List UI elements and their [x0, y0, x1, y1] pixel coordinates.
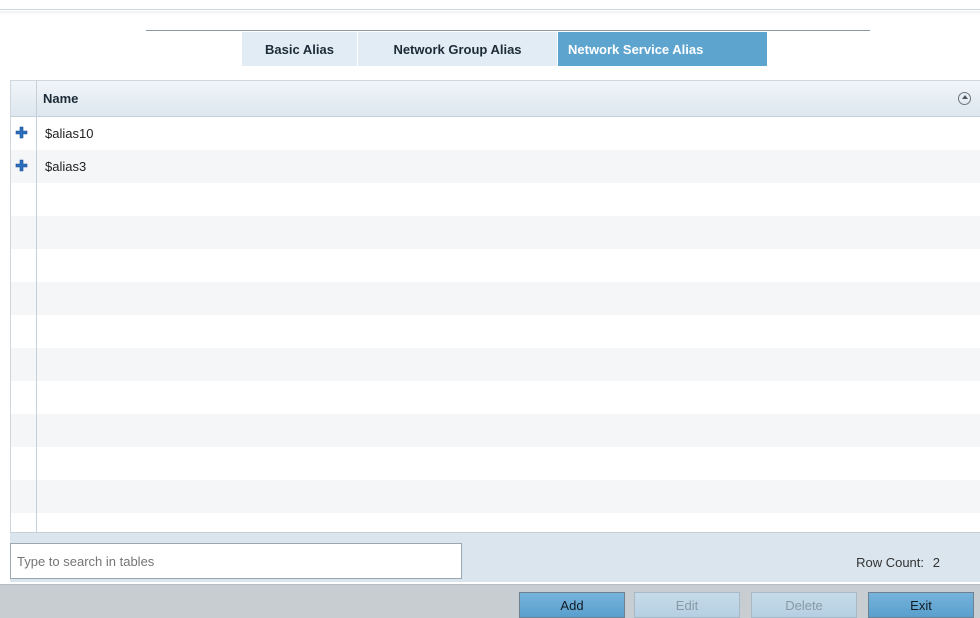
exit-button[interactable]: Exit [868, 592, 974, 618]
add-button[interactable]: Add [519, 592, 625, 618]
panel-top-shadow [0, 11, 980, 15]
column-chooser-icon[interactable] [958, 92, 971, 105]
table-body: $alias10 $alias3 [11, 117, 980, 532]
empty-row [11, 513, 980, 532]
table-row[interactable]: $alias10 [11, 117, 980, 150]
alias-name-cell: $alias3 [45, 159, 87, 174]
delete-button[interactable]: Delete [751, 592, 857, 618]
table-row[interactable]: $alias3 [11, 150, 980, 183]
row-gutter [11, 183, 37, 216]
empty-row [11, 381, 980, 414]
row-gutter [11, 282, 37, 315]
table-footer: Row Count: 2 [10, 532, 980, 582]
empty-row [11, 414, 980, 447]
tab-bar: Basic Alias Network Group Alias Network … [242, 32, 768, 66]
action-bar: Add Edit Delete Exit [0, 584, 980, 618]
alias-name-cell: $alias10 [45, 126, 94, 141]
row-gutter [11, 315, 37, 348]
row-gutter [11, 447, 37, 480]
row-gutter [11, 414, 37, 447]
row-gutter [11, 348, 37, 381]
row-gutter [11, 513, 37, 532]
empty-row [11, 249, 980, 282]
table-header: Name [11, 81, 980, 117]
empty-row [11, 480, 980, 513]
row-count-label: Row Count: [856, 555, 924, 570]
header-gutter [11, 81, 37, 117]
tab-network-service-alias[interactable]: Network Service Alias [558, 32, 768, 66]
edit-button[interactable]: Edit [634, 592, 740, 618]
empty-row [11, 183, 980, 216]
row-gutter [11, 216, 37, 249]
row-gutter [11, 249, 37, 282]
expand-plus-icon[interactable] [15, 126, 28, 139]
empty-row [11, 348, 980, 381]
empty-row [11, 216, 980, 249]
tab-basic-alias[interactable]: Basic Alias [242, 32, 358, 66]
row-count-value: 2 [932, 555, 940, 570]
tab-divider [146, 30, 870, 31]
column-header-name[interactable]: Name [43, 91, 78, 106]
table-search-input[interactable] [10, 543, 462, 579]
empty-row [11, 447, 980, 480]
alias-panel: Basic Alias Network Group Alias Network … [0, 0, 980, 618]
empty-row [11, 282, 980, 315]
row-gutter [11, 480, 37, 513]
empty-row [11, 315, 980, 348]
alias-table: Name $alias10 $alias3 [10, 80, 980, 532]
panel-top-border [0, 0, 980, 10]
row-gutter [11, 381, 37, 414]
tab-network-group-alias[interactable]: Network Group Alias [358, 32, 558, 66]
expand-plus-icon[interactable] [15, 159, 28, 172]
